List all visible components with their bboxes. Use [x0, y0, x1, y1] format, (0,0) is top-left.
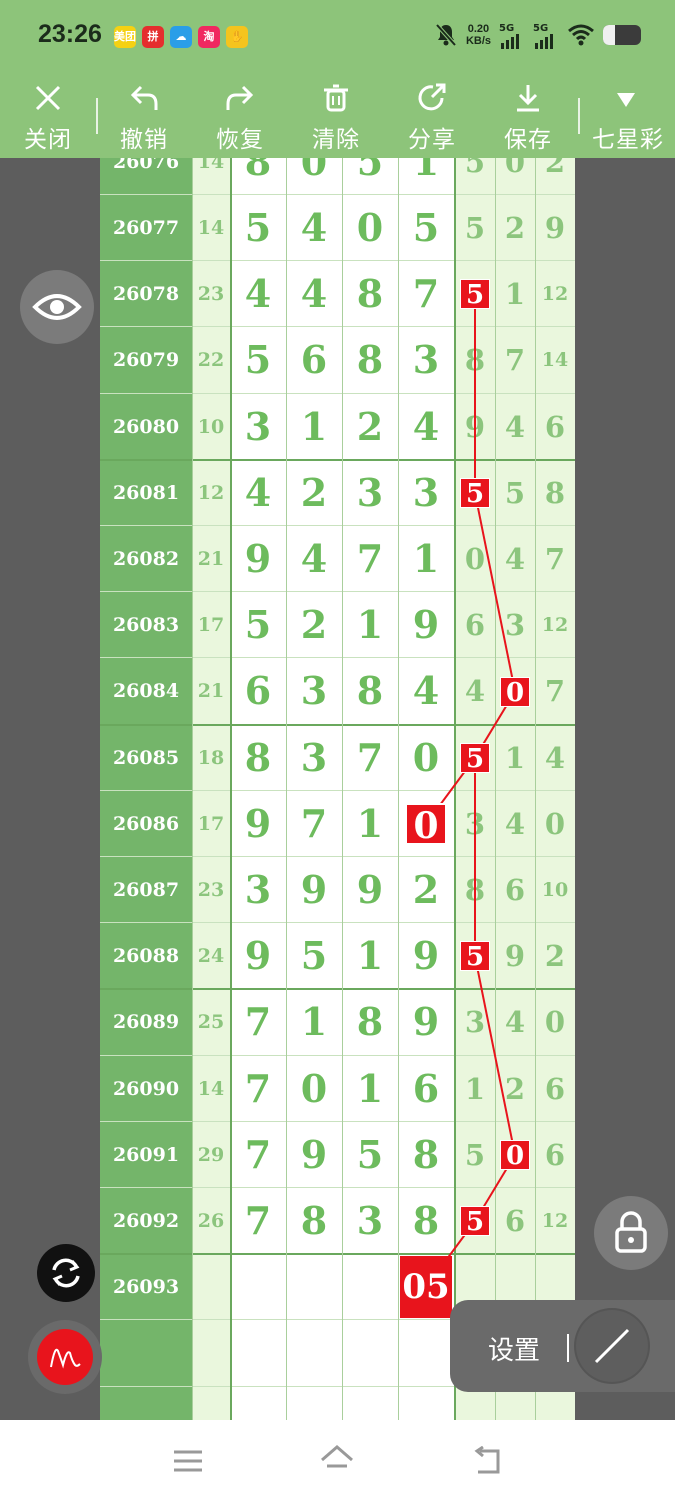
settings-panel: 设置: [450, 1300, 675, 1392]
network-speed-value: 0.20: [467, 23, 490, 35]
signature-icon: [50, 1348, 81, 1369]
share-icon: [418, 83, 446, 111]
close-label: 关闭: [24, 127, 72, 153]
save-label: 保存: [504, 127, 552, 153]
dropdown-triangle-icon: [617, 93, 635, 107]
undo-label: 撤销: [120, 127, 168, 153]
mute-bell-icon: [435, 23, 457, 47]
close-button[interactable]: 关闭: [8, 76, 88, 158]
lottery-type-dropdown[interactable]: 七星彩: [586, 76, 670, 158]
cloud-app-icon: ☁: [170, 26, 192, 48]
status-bar: 23:26 美团拼 ☁ 淘 ✋ 0.20 KB/s 5G 5G: [0, 0, 675, 76]
clear-label: 清除: [312, 127, 360, 153]
pen-color-swatch: [37, 1329, 93, 1385]
pinduoduo-icon: 拼: [142, 26, 164, 48]
marked-digit: 5: [460, 279, 490, 310]
menu-icon[interactable]: [172, 1448, 204, 1474]
pen-tool-button[interactable]: [28, 1320, 102, 1394]
lock-icon: [615, 1211, 647, 1253]
marked-digit: 0: [500, 676, 530, 708]
download-icon: [517, 85, 539, 112]
rotate-button[interactable]: [37, 1244, 95, 1302]
taobao-app-icon: 淘: [198, 26, 220, 48]
battery-icon: [603, 25, 641, 45]
sim2-label: 5G: [533, 23, 549, 34]
trash-icon: [324, 84, 348, 112]
marked-digit: 5: [460, 742, 490, 774]
drawing-toolbar: 关闭 撤销 恢复 清除 分享 保存 七星彩: [0, 76, 675, 158]
marked-digit: 5: [460, 1206, 490, 1237]
toolbar-divider: [96, 98, 98, 134]
redo-icon: [226, 85, 254, 110]
marked-digit: 5: [460, 941, 490, 972]
refresh-icon: [52, 1258, 80, 1288]
meituan-icon: 美团: [114, 26, 136, 48]
clock: 23:26: [38, 20, 102, 48]
signal-sim2-icon: 5G: [533, 23, 559, 49]
lottery-label: 七星彩: [592, 127, 664, 153]
signal-sim1-icon: 5G: [499, 23, 525, 49]
system-indicators: 0.20 KB/s 5G 5G: [434, 22, 641, 49]
marked-digit: 5: [460, 477, 490, 509]
prediction-value: 05: [400, 1256, 452, 1319]
marked-main-digit: 0: [405, 802, 447, 847]
undo-button[interactable]: 撤销: [104, 76, 184, 158]
eye-icon: [32, 294, 82, 320]
redo-label: 恢复: [216, 127, 264, 153]
network-speed: 0.20 KB/s: [466, 23, 491, 47]
back-icon[interactable]: [470, 1446, 504, 1476]
redo-button[interactable]: 恢复: [200, 76, 280, 158]
line-tool-button[interactable]: [576, 1310, 648, 1382]
settings-button[interactable]: 设置: [488, 1330, 540, 1367]
trend-line-overlay: [425, 294, 516, 1288]
trend-line-segment: [474, 956, 516, 1156]
trend-chart-sheet[interactable]: 2607614805150226077145405529260782344875…: [100, 158, 575, 1420]
lock-button[interactable]: [594, 1196, 668, 1270]
line-tool-icon: [594, 1328, 630, 1364]
save-button[interactable]: 保存: [488, 76, 568, 158]
wifi-icon: [568, 24, 594, 46]
home-icon[interactable]: [319, 1444, 355, 1476]
share-label: 分享: [408, 127, 456, 153]
settings-divider: [567, 1334, 569, 1362]
notification-app-icons: 美团拼 ☁ 淘 ✋: [114, 26, 248, 48]
toolbar-divider: [578, 98, 580, 134]
hand-app-icon: ✋: [226, 26, 248, 48]
sim1-label: 5G: [499, 23, 515, 34]
system-navigation-bar: [0, 1420, 675, 1500]
close-icon: [35, 85, 61, 111]
network-speed-unit: KB/s: [465, 35, 491, 47]
clear-button[interactable]: 清除: [296, 76, 376, 158]
marked-digit: 0: [500, 1139, 530, 1171]
share-button[interactable]: 分享: [392, 76, 472, 158]
undo-icon: [130, 85, 158, 110]
trend-line-segment: [474, 492, 516, 692]
visibility-toggle-button[interactable]: [20, 270, 94, 344]
